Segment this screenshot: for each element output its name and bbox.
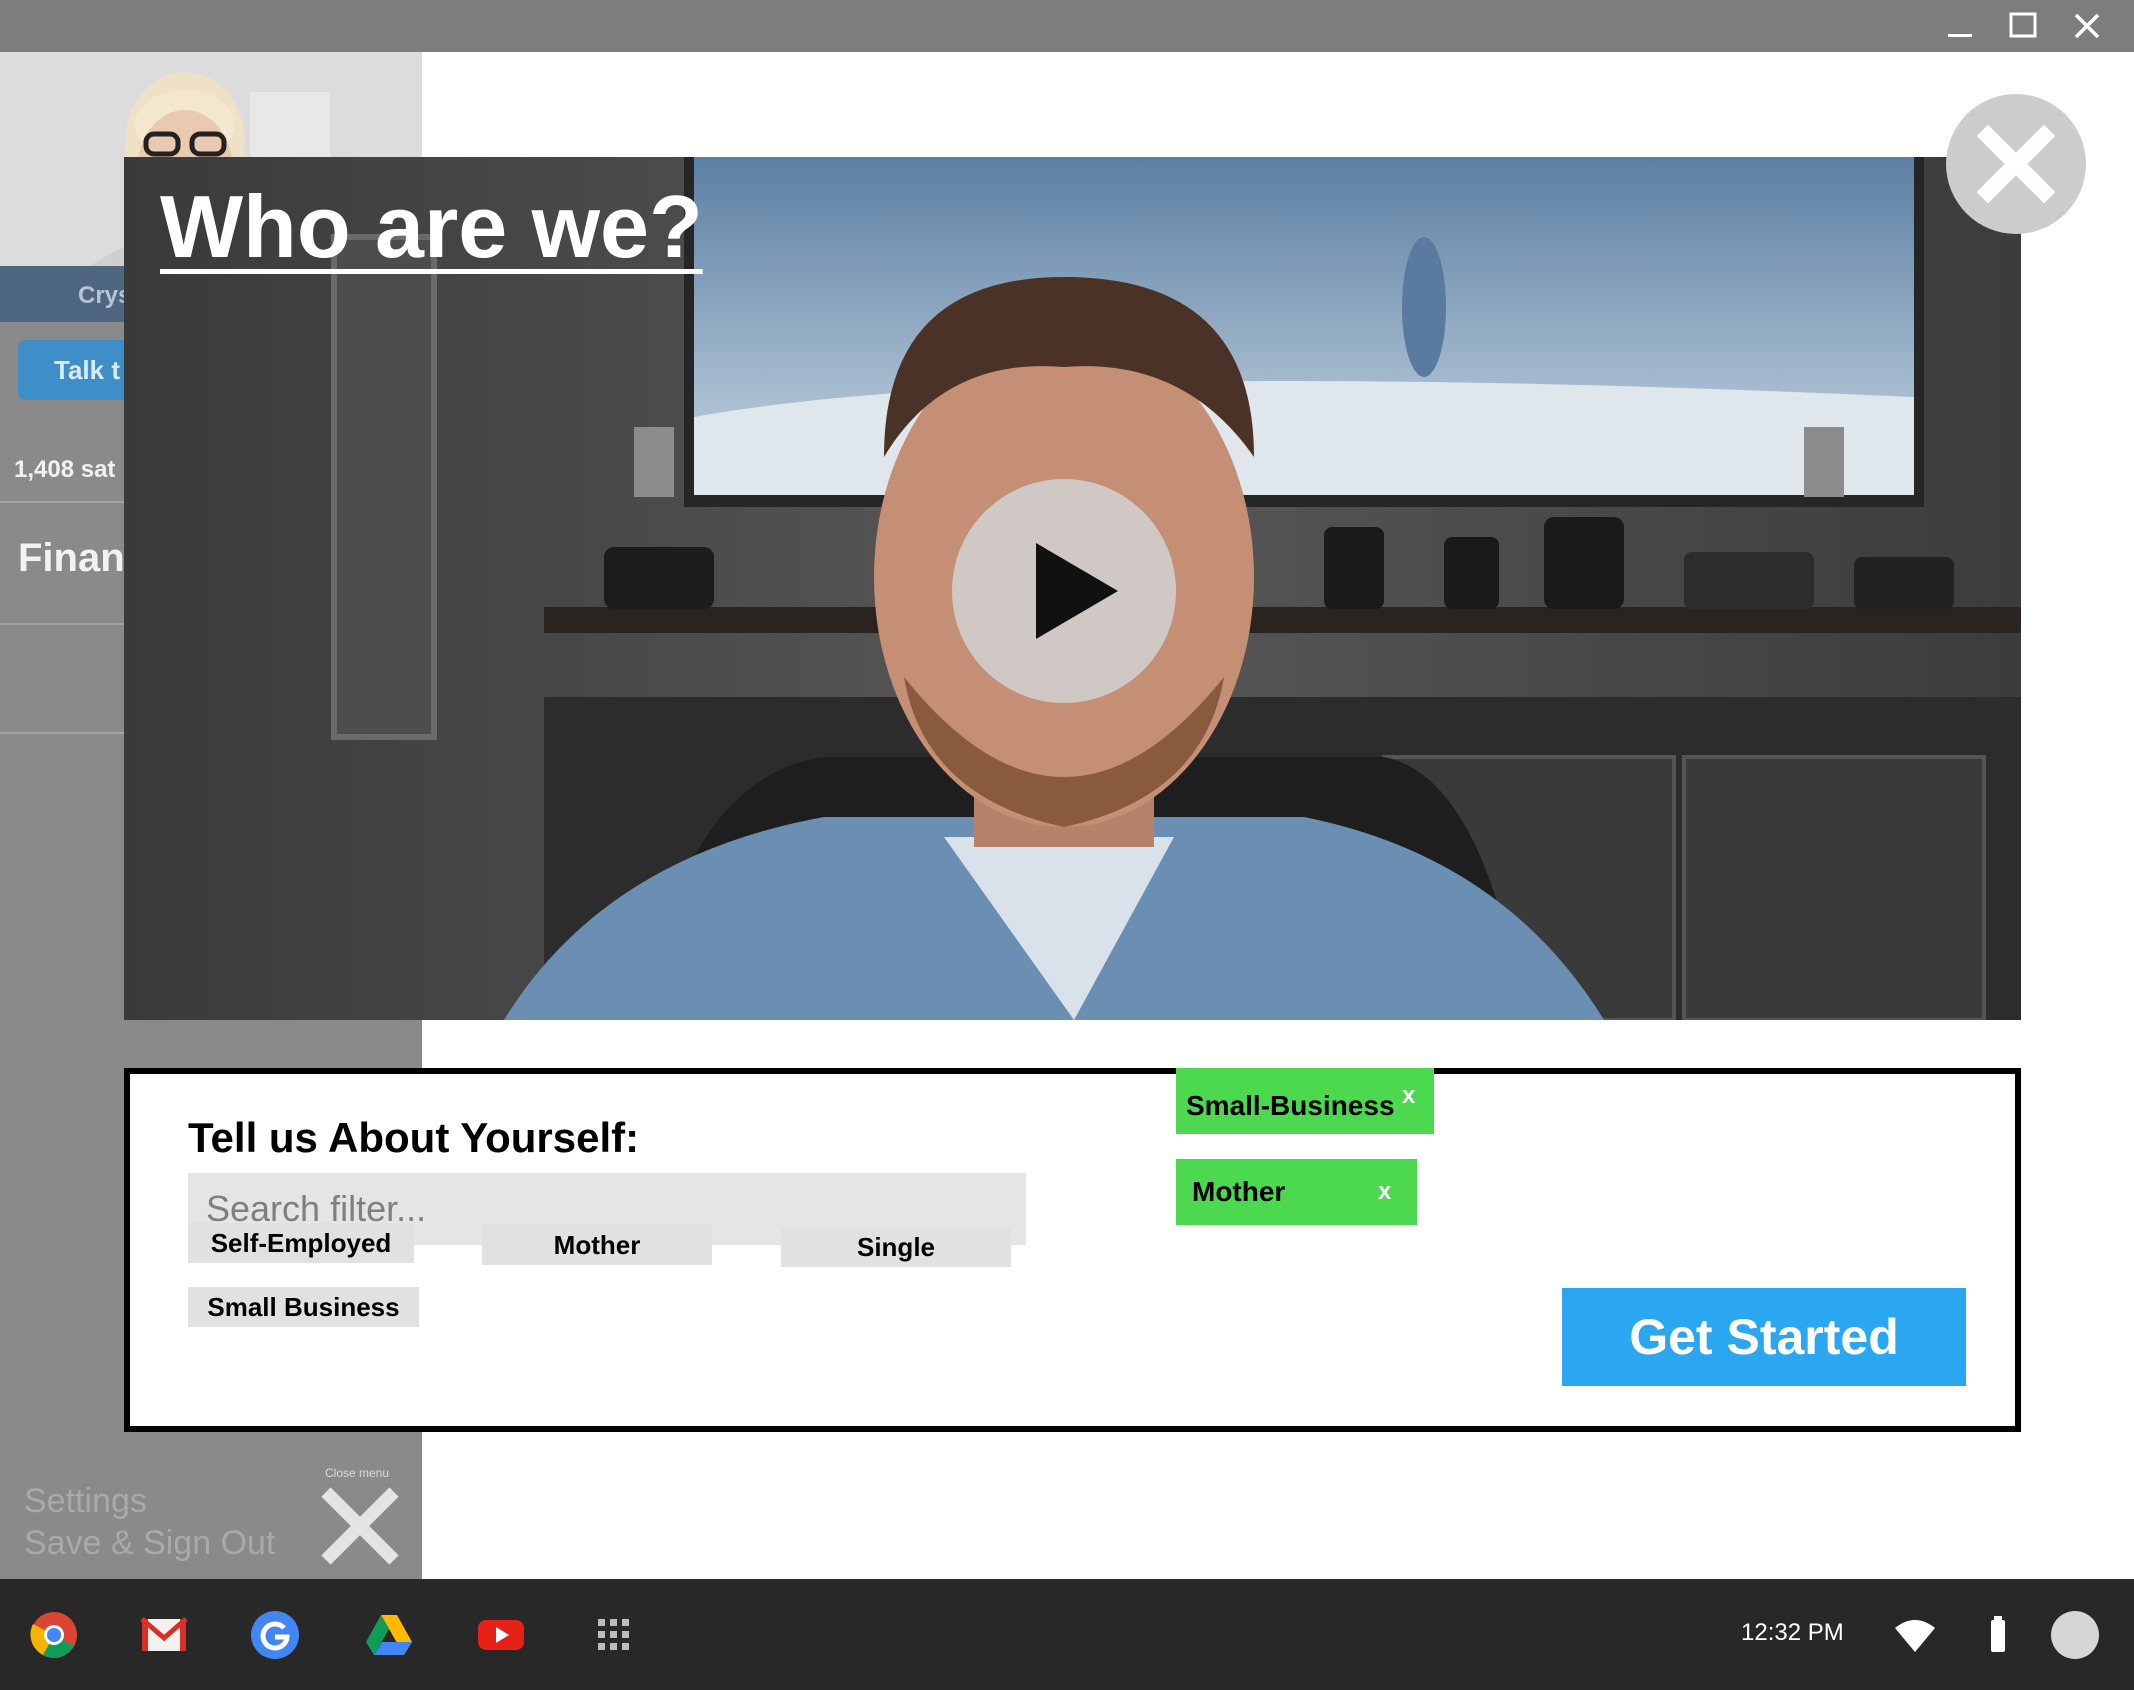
selected-tag-small-business: Small-Business x [1176, 1068, 1434, 1134]
close-menu-icon[interactable] [318, 1484, 402, 1568]
selected-tag-mother: Mother x [1176, 1159, 1417, 1225]
close-menu-label: Close menu [325, 1466, 390, 1480]
app-content: Crys Talk t 1,408 sat Finan Settings Sav… [0, 52, 2134, 1579]
section-heading[interactable]: Finan [18, 536, 125, 581]
get-started-button[interactable]: Get Started [1562, 1288, 1966, 1386]
filter-chip-self-employed[interactable]: Self-Employed [188, 1223, 414, 1263]
remove-tag-icon[interactable]: x [1402, 1058, 1415, 1134]
clock[interactable]: 12:32 PM [1741, 1619, 1844, 1647]
google-icon[interactable] [250, 1610, 300, 1660]
close-icon [1976, 124, 2056, 204]
gmail-icon[interactable] [139, 1610, 189, 1660]
youtube-icon[interactable] [476, 1610, 526, 1660]
minimize-icon[interactable] [1940, 6, 1980, 46]
settings-link[interactable]: Settings [24, 1482, 147, 1521]
filter-chip-mother[interactable]: Mother [482, 1225, 712, 1265]
play-icon [1036, 543, 1118, 639]
filter-chip-single[interactable]: Single [781, 1227, 1011, 1267]
save-sign-out-link[interactable]: Save & Sign Out [24, 1524, 275, 1563]
launcher-icon[interactable] [589, 1610, 639, 1660]
selected-tag-label: Small-Business [1186, 1090, 1395, 1121]
account-avatar[interactable] [2051, 1611, 2099, 1659]
chrome-icon[interactable] [29, 1610, 79, 1660]
panel-title: Tell us About Yourself: [188, 1114, 640, 1161]
window-titlebar [0, 0, 2134, 52]
wifi-icon[interactable] [1890, 1610, 1940, 1660]
close-icon[interactable] [2067, 6, 2107, 46]
filter-chip-small-business[interactable]: Small Business [188, 1287, 419, 1327]
remove-tag-icon[interactable]: x [1378, 1159, 1391, 1225]
video-title: Who are we? [160, 177, 703, 276]
maximize-icon[interactable] [2003, 6, 2043, 46]
satisfaction-count: 1,408 sat [14, 456, 116, 483]
battery-icon[interactable] [1973, 1610, 2023, 1660]
taskbar: 12:32 PM [0, 1579, 2134, 1690]
selected-tag-label: Mother [1192, 1176, 1286, 1207]
play-button[interactable] [952, 479, 1176, 703]
drive-icon[interactable] [364, 1610, 414, 1660]
modal-close-button[interactable] [1946, 94, 2086, 234]
